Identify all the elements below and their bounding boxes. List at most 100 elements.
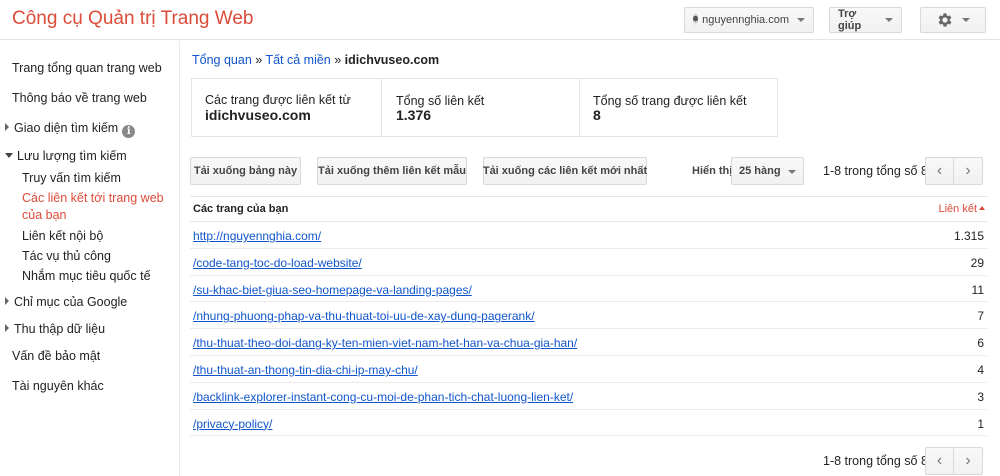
rows-per-page-value: 25 hàng (739, 165, 781, 177)
show-rows-label: Hiển thị (692, 165, 733, 177)
row-link-count: 6 (977, 336, 984, 351)
stat-value: idichvuseo.com (205, 107, 311, 123)
next-page-button-bottom[interactable]: › (954, 447, 983, 475)
row-url-link[interactable]: /thu-thuat-an-thong-tin-dia-chi-ip-may-c… (193, 363, 418, 377)
sidebar-item-label: Thu thập dữ liệu (14, 322, 106, 336)
sidebar-item-security-issues[interactable]: Vấn đề bảo mật (12, 349, 100, 363)
app-title[interactable]: Công cụ Quản trị Trang Web (12, 8, 254, 30)
sidebar-item-search-appearance[interactable]: Giao diện tìm kiếm i (5, 121, 136, 138)
chevron-left-icon: ‹ (936, 162, 943, 179)
sidebar-item-label: Chỉ mục của Google (14, 295, 128, 309)
links-table: Các trang của bạn Liên kết http://nguyen… (190, 196, 987, 437)
chevron-left-icon: ‹ (936, 452, 943, 469)
site-selector-label: nguyennghia.com (702, 14, 789, 26)
stat-label: Các trang được liên kết từ (205, 93, 351, 107)
sidebar: Trang tổng quan trang web Thông báo về t… (0, 41, 180, 476)
table-row: /nhung-phuong-phap-va-thu-thuat-toi-uu-d… (190, 302, 987, 330)
sidebar-item-search-queries[interactable]: Truy vấn tìm kiếm (22, 171, 121, 185)
info-icon[interactable]: i (122, 125, 136, 138)
stat-pages-linked-from: Các trang được liên kết từ idichvuseo.co… (192, 79, 382, 136)
expand-arrow-icon (5, 297, 9, 305)
table-row: /backlink-explorer-instant-cong-cu-moi-d… (190, 383, 987, 410)
collapse-arrow-icon (5, 153, 13, 158)
sidebar-item-label: Lưu lượng tìm kiếm (17, 149, 127, 163)
table-body: http://nguyennghia.com/1.315/code-tang-t… (190, 222, 987, 437)
stat-value: 1.376 (396, 107, 432, 123)
sidebar-item-label: Giao diện tìm kiếm (14, 121, 119, 135)
settings-button[interactable] (920, 7, 986, 33)
sidebar-item-links-to-site[interactable]: Các liên kết tới trang web (22, 191, 164, 205)
breadcrumb-all-domains-link[interactable]: Tất cả miền (265, 53, 330, 67)
prev-page-button-bottom[interactable]: ‹ (925, 447, 954, 475)
download-latest-links-button[interactable]: Tải xuống các liên kết mới nhất (483, 157, 647, 185)
column-header-pages[interactable]: Các trang của bạn (193, 203, 288, 215)
stat-label: Tổng số liên kết (396, 94, 485, 108)
help-label: Trợ giúp (838, 8, 862, 32)
table-row: /thu-thuat-an-thong-tin-dia-chi-ip-may-c… (190, 356, 987, 383)
breadcrumb-separator: » (251, 53, 266, 67)
chevron-down-icon (788, 170, 796, 174)
site-selector[interactable]: nguyennghia.com (684, 7, 814, 33)
prev-page-button[interactable]: ‹ (925, 157, 954, 185)
chevron-down-icon (962, 18, 970, 22)
table-row: /su-khac-biet-giua-seo-homepage-va-landi… (190, 276, 987, 303)
download-table-button[interactable]: Tải xuống bảng này (190, 157, 301, 185)
sidebar-item-search-traffic[interactable]: Lưu lượng tìm kiếm (5, 149, 127, 163)
gear-icon (938, 13, 952, 27)
chevron-right-icon: › (965, 452, 971, 469)
column-header-links[interactable]: Liên kết (938, 203, 985, 215)
table-row: /privacy-policy/1 (190, 410, 987, 437)
row-url-link[interactable]: /privacy-policy/ (193, 417, 272, 431)
row-url-link[interactable]: /code-tang-toc-do-load-website/ (193, 256, 362, 270)
breadcrumb-current: idichvuseo.com (344, 53, 440, 67)
breadcrumb-overview-link[interactable]: Tổng quan (192, 53, 252, 67)
row-link-count: 29 (970, 255, 984, 270)
download-more-samples-button[interactable]: Tải xuống thêm liên kết mẫu (317, 157, 467, 185)
sidebar-item-messages[interactable]: Thông báo về trang web (12, 91, 147, 105)
expand-arrow-icon (5, 324, 9, 332)
stat-total-linked-pages: Tổng số trang được liên kết 8 (580, 79, 777, 136)
sidebar-item-crawl[interactable]: Thu thập dữ liệu (5, 322, 105, 336)
stat-total-links: Tổng số liên kết 1.376 (382, 79, 580, 136)
sidebar-item-internal-links[interactable]: Liên kết nội bộ (22, 229, 103, 243)
sidebar-item-manual-actions[interactable]: Tác vụ thủ công (22, 249, 111, 263)
help-button[interactable]: Trợ giúp (829, 7, 902, 33)
table-row: /code-tang-toc-do-load-website/29 (190, 249, 987, 276)
sidebar-item-google-index[interactable]: Chỉ mục của Google (5, 295, 127, 309)
row-url-link[interactable]: /thu-thuat-theo-doi-dang-ky-ten-mien-vie… (193, 336, 577, 350)
column-header-links-label: Liên kết (938, 203, 977, 215)
pager-text-bottom: 1-8 trong tổng số 8 (823, 454, 928, 468)
row-url-link[interactable]: http://nguyennghia.com/ (193, 229, 321, 243)
breadcrumb: Tổng quan » Tất cả miền » idichvuseo.com (192, 53, 439, 67)
rows-per-page-select[interactable]: 25 hàng (731, 157, 804, 185)
stat-label: Tổng số trang được liên kết (593, 94, 747, 108)
expand-arrow-icon (5, 123, 9, 131)
pager-text: 1-8 trong tổng số 8 (823, 164, 928, 178)
row-url-link[interactable]: /nhung-phuong-phap-va-thu-thuat-toi-uu-d… (193, 309, 535, 323)
table-header: Các trang của bạn Liên kết (190, 196, 987, 222)
chevron-down-icon (885, 18, 893, 22)
sidebar-item-international-targeting[interactable]: Nhắm mục tiêu quốc tế (22, 269, 151, 283)
sort-ascending-icon (979, 206, 985, 210)
row-link-count: 1 (977, 416, 984, 431)
table-row: /thu-thuat-theo-doi-dang-ky-ten-mien-vie… (190, 329, 987, 356)
row-link-count: 3 (977, 389, 984, 404)
sidebar-item-other-resources[interactable]: Tài nguyên khác (12, 379, 104, 393)
row-link-count: 1.315 (953, 229, 984, 243)
table-row: http://nguyennghia.com/1.315 (190, 222, 987, 249)
sidebar-item-links-to-site-cont[interactable]: của bạn (22, 208, 66, 222)
next-page-button[interactable]: › (954, 157, 983, 185)
stat-value: 8 (593, 107, 601, 123)
row-url-link[interactable]: /backlink-explorer-instant-cong-cu-moi-d… (193, 390, 573, 404)
chevron-down-icon (797, 18, 805, 22)
breadcrumb-separator: » (330, 53, 345, 67)
site-favicon-icon (693, 13, 699, 27)
stats-panel: Các trang được liên kết từ idichvuseo.co… (191, 78, 778, 137)
row-url-link[interactable]: /su-khac-biet-giua-seo-homepage-va-landi… (193, 283, 472, 297)
row-link-count: 4 (977, 362, 984, 377)
chevron-right-icon: › (965, 162, 971, 179)
row-link-count: 11 (971, 282, 984, 297)
sidebar-item-dashboard[interactable]: Trang tổng quan trang web (12, 61, 162, 75)
row-link-count: 7 (977, 309, 984, 324)
header: Công cụ Quản trị Trang Web nguyennghia.c… (0, 0, 1000, 40)
